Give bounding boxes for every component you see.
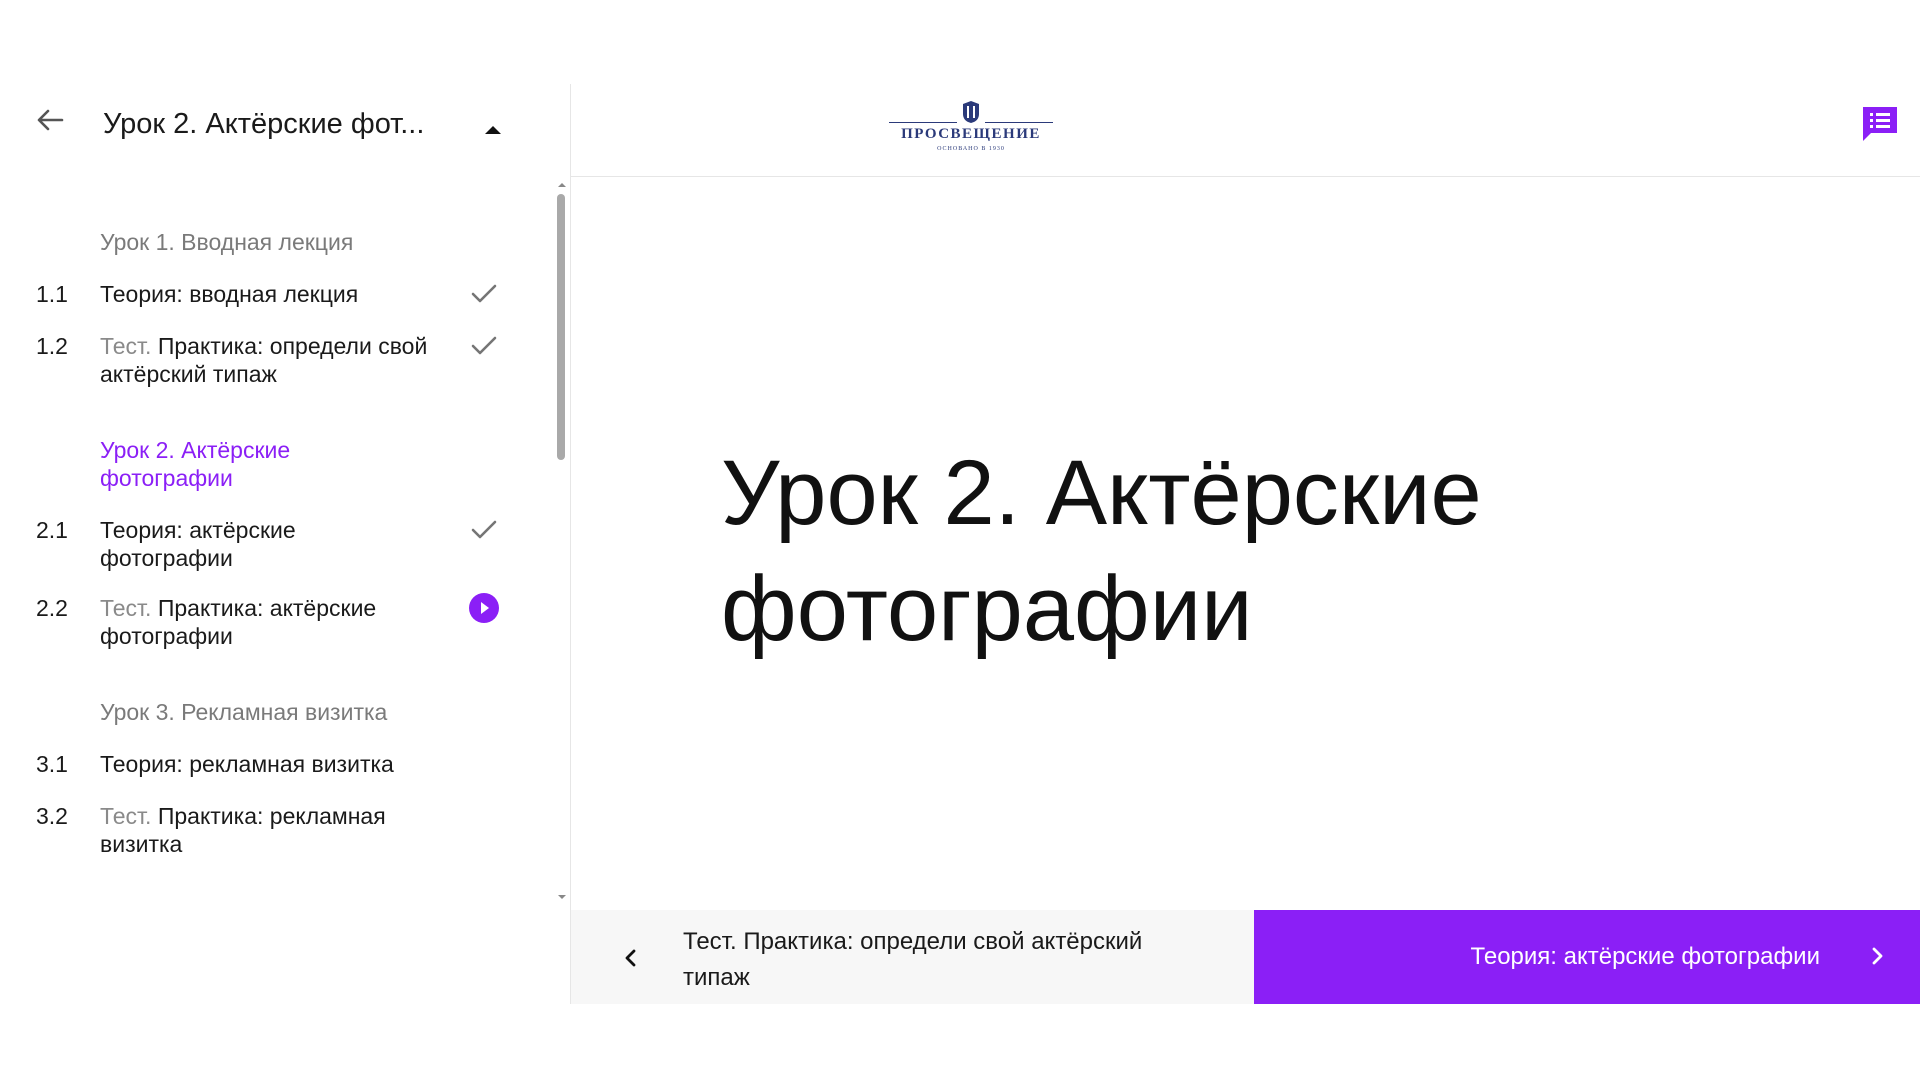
- item-number: 2.2: [36, 595, 68, 621]
- logo-line-left: [889, 122, 957, 123]
- item-title: Теория: рекламная визитка: [100, 751, 394, 777]
- next-step-button[interactable]: Теория: актёрские фотографии: [1254, 910, 1920, 1004]
- item-title: Теория: актёрские фотографии: [100, 517, 296, 571]
- logo-tagline: ОСНОВАНО В 1930: [937, 146, 1005, 152]
- check-icon: [468, 330, 500, 362]
- item-label: Теория: актёрские фотографии: [100, 516, 430, 572]
- item-number: 3.2: [36, 803, 68, 829]
- item-prefix: Тест.: [100, 595, 152, 621]
- item-prefix: Тест.: [100, 333, 152, 359]
- item-title: Теория: вводная лекция: [100, 281, 359, 307]
- next-step-label: Теория: актёрские фотографии: [1470, 943, 1820, 970]
- sidebar-header: Урок 2. Актёрские фот...: [0, 80, 570, 176]
- section-title-lesson-1: Урок 1. Вводная лекция: [100, 229, 354, 255]
- item-number: 1.1: [36, 281, 68, 307]
- list-chat-icon: [1863, 107, 1897, 141]
- caret-up-icon: [485, 126, 501, 134]
- item-label: Тест. Практика: актёрские фотографии: [100, 594, 430, 650]
- item-label: Теория: рекламная визитка: [100, 750, 430, 778]
- scroll-down-icon[interactable]: [556, 892, 568, 902]
- previous-step-label: Тест. Практика: определи свой актёрский …: [683, 928, 1143, 991]
- logo-line-right: [985, 122, 1053, 123]
- logo-emblem-icon: [963, 101, 979, 123]
- back-button[interactable]: [32, 102, 68, 138]
- section-title-lesson-3: Урок 3. Рекламная визитка: [100, 699, 388, 725]
- item-label: Теория: вводная лекция: [100, 280, 430, 308]
- contents-button[interactable]: [1860, 104, 1900, 144]
- sidebar-title: Урок 2. Актёрские фот...: [103, 108, 425, 140]
- previous-step-button[interactable]: Тест. Практика: определи свой актёрский …: [571, 910, 1254, 1004]
- item-number: 2.1: [36, 517, 68, 543]
- lesson-sidebar: Урок 2. Актёрские фот... Урок 1. Вводная…: [0, 0, 570, 1004]
- check-icon: [468, 514, 500, 546]
- play-circle-icon: [468, 592, 500, 624]
- lesson-heading: Урок 2. Актёрские фотографии: [721, 442, 1482, 660]
- check-icon: [468, 278, 500, 310]
- scroll-up-icon[interactable]: [556, 180, 568, 190]
- section-title-lesson-2: Урок 2. Актёрские фотографии: [100, 437, 291, 491]
- lesson-content: Урок 2. Актёрские фотографии: [571, 177, 1920, 910]
- publisher-logo: ПРОСВЕЩЕНИЕ ОСНОВАНО В 1930: [889, 98, 1053, 158]
- item-number: 3.1: [36, 751, 68, 777]
- item-label: Тест. Практика: рекламная визитка: [100, 802, 430, 858]
- sidebar-scrollbar[interactable]: [553, 176, 569, 906]
- lesson-list: Урок 1. Вводная лекция 1.1 Теория: вводн…: [0, 176, 552, 906]
- chevron-left-icon: [625, 949, 636, 967]
- top-bar: ПРОСВЕЩЕНИЕ ОСНОВАНО В 1930: [571, 80, 1920, 177]
- item-label: Тест. Практика: определи свой актёрский …: [100, 332, 430, 388]
- chevron-right-icon: [1872, 947, 1883, 965]
- arrow-left-icon: [37, 109, 64, 131]
- logo-wordmark: ПРОСВЕЩЕНИЕ: [901, 126, 1041, 142]
- item-number: 1.2: [36, 333, 68, 359]
- item-prefix: Тест.: [100, 803, 152, 829]
- collapse-button[interactable]: [478, 120, 508, 140]
- scrollbar-thumb[interactable]: [557, 194, 565, 460]
